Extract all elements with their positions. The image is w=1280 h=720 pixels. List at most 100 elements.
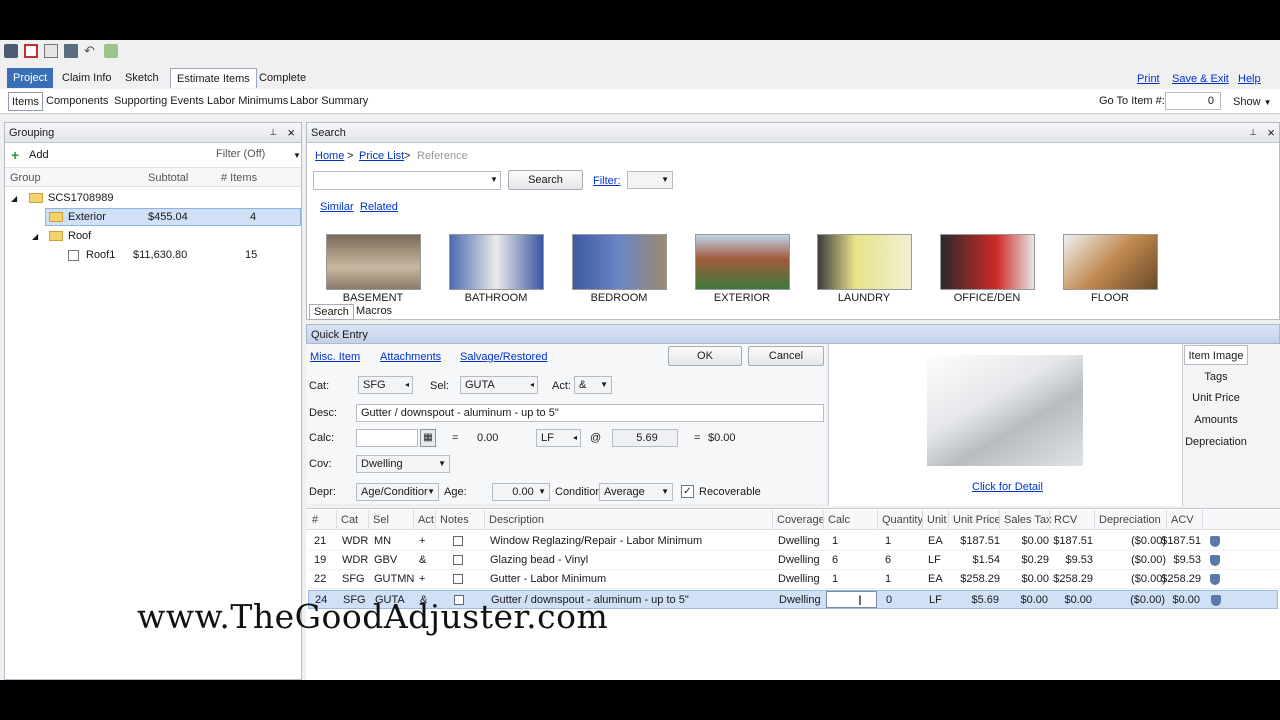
related-link[interactable]: Related (360, 201, 398, 213)
filter-select[interactable]: ▼ (627, 171, 673, 189)
desc-input[interactable]: Gutter / downspout - aluminum - up to 5" (356, 404, 824, 422)
thumb-floor[interactable] (1063, 234, 1158, 290)
notes-icon[interactable] (453, 555, 463, 565)
calc-edit-input[interactable] (826, 591, 877, 608)
filter-dropdown[interactable]: Filter (Off) (216, 148, 265, 160)
thumb-basement[interactable] (326, 234, 421, 290)
recoverable-checkbox[interactable]: ✓ (681, 485, 694, 498)
breadcrumb-price-list[interactable]: Price List (359, 150, 404, 162)
side-tab-tags[interactable]: Tags (1184, 367, 1248, 387)
col-calc[interactable]: Calc (823, 510, 850, 530)
side-tab-unit-price[interactable]: Unit Price (1184, 388, 1248, 408)
thumb-laundry[interactable] (817, 234, 912, 290)
notes-icon[interactable] (453, 574, 463, 584)
side-tab-amounts[interactable]: Amounts (1184, 410, 1248, 430)
pin-icon[interactable]: ⊥ (1249, 127, 1257, 138)
copy-icon[interactable] (44, 44, 58, 58)
side-tab-depreciation[interactable]: Depreciation (1184, 432, 1248, 452)
coverage-select[interactable]: Dwelling ▼ (356, 455, 450, 473)
subtab-supporting-events[interactable]: Supporting Events (111, 92, 207, 111)
notes-icon[interactable] (453, 536, 463, 546)
undo-icon[interactable]: ↶ (84, 44, 98, 58)
tab-macros[interactable]: Macros (352, 304, 396, 320)
thumb-bathroom[interactable] (449, 234, 544, 290)
sel-select[interactable]: GUTA ◂ (460, 376, 538, 394)
filter-link[interactable]: Filter: (593, 175, 621, 187)
table-row[interactable]: 19 WDR GBV & Glazing bead - Vinyl Dwelling 6 6 L… (308, 551, 1278, 570)
cell-calc[interactable]: 1 (832, 532, 838, 551)
tab-estimate-items[interactable]: Estimate Items (170, 68, 257, 88)
salvage-link[interactable]: Salvage/Restored (460, 351, 547, 363)
subtab-labor-summary[interactable]: Labor Summary (287, 92, 371, 111)
search-input[interactable] (313, 171, 501, 190)
similar-link[interactable]: Similar (320, 201, 354, 213)
breadcrumb-home[interactable]: Home (315, 150, 344, 162)
col-unit-price[interactable]: Unit Price (948, 510, 1001, 530)
calculator-icon[interactable]: ▦ (420, 429, 436, 447)
close-icon[interactable]: × (287, 125, 295, 140)
expand-icon[interactable]: ◢ (32, 232, 38, 241)
shield-icon[interactable] (1210, 536, 1220, 547)
condition-select[interactable]: Average ▼ (599, 483, 673, 501)
depr-select[interactable]: Age/Conditior ▼ (356, 483, 439, 501)
col-coverage[interactable]: Coverage (772, 510, 825, 530)
thumb-office-den[interactable] (940, 234, 1035, 290)
col-description[interactable]: Description (484, 510, 544, 530)
video-icon[interactable] (4, 44, 18, 58)
col-sales-tax[interactable]: Sales Tax (999, 510, 1052, 530)
side-tab-item-image[interactable]: Item Image (1184, 345, 1248, 365)
subtab-labor-minimums[interactable]: Labor Minimums (204, 92, 291, 111)
price-input[interactable]: 5.69 (612, 429, 678, 447)
gutter-image[interactable] (927, 355, 1083, 466)
tab-project[interactable]: Project (7, 68, 54, 88)
calc-input[interactable] (356, 429, 418, 447)
search-caret-icon[interactable]: ▼ (490, 175, 498, 184)
table-row[interactable]: 21 WDR MN + Window Reglazing/Repair - Labor … (308, 532, 1278, 551)
filter-caret-icon[interactable]: ▼ (293, 151, 301, 160)
cell-calc[interactable]: 6 (832, 551, 838, 570)
subtab-items[interactable]: Items (8, 92, 43, 111)
goto-item-input[interactable]: 0 (1165, 92, 1221, 110)
col-cat[interactable]: Cat (336, 510, 358, 530)
help-link[interactable]: Help (1238, 73, 1261, 85)
tree-item-root[interactable]: SCS1708989 (48, 192, 113, 204)
col-depreciation[interactable]: Depreciation (1094, 510, 1161, 530)
ok-button[interactable]: OK (668, 346, 742, 366)
col-rcv[interactable]: RCV (1049, 510, 1077, 530)
export-icon[interactable] (104, 44, 118, 58)
shield-icon[interactable] (1210, 555, 1220, 566)
tree-item-roof[interactable]: Roof (68, 230, 91, 242)
act-select[interactable]: & ▼ (574, 376, 612, 394)
pin-icon[interactable]: ⊥ (269, 127, 277, 138)
col-number[interactable]: # (308, 510, 318, 530)
tab-sketch[interactable]: Sketch (119, 68, 165, 88)
cat-select[interactable]: SFG ◂ (358, 376, 413, 394)
thumb-exterior[interactable] (695, 234, 790, 290)
tab-complete[interactable]: Complete (253, 68, 312, 88)
save-exit-link[interactable]: Save & Exit (1172, 73, 1229, 85)
col-act[interactable]: Act (413, 510, 434, 530)
search-button[interactable]: Search (508, 170, 583, 190)
col-acv[interactable]: ACV (1166, 510, 1194, 530)
click-detail-link[interactable]: Click for Detail (972, 481, 1043, 493)
tree-item-roof1[interactable]: Roof1 (86, 249, 115, 261)
add-group-button[interactable]: Add (29, 149, 49, 161)
thumb-bedroom[interactable] (572, 234, 667, 290)
shield-icon[interactable] (1210, 574, 1220, 585)
col-unit[interactable]: Unit (922, 510, 947, 530)
expand-icon[interactable]: ◢ (11, 194, 17, 203)
show-menu[interactable]: Show ▼ (1233, 96, 1272, 108)
tab-claim-info[interactable]: Claim Info (56, 68, 118, 88)
scrollbar[interactable] (1270, 263, 1278, 319)
breadcrumb-reference[interactable]: Reference (417, 150, 468, 162)
misc-item-link[interactable]: Misc. Item (310, 351, 360, 363)
col-quantity[interactable]: Quantity (877, 510, 923, 530)
tab-search[interactable]: Search (309, 304, 354, 320)
unit-select[interactable]: LF ◂ (536, 429, 581, 447)
col-sel[interactable]: Sel (368, 510, 389, 530)
attachments-link[interactable]: Attachments (380, 351, 441, 363)
close-icon[interactable]: × (1267, 125, 1275, 140)
save-icon[interactable] (64, 44, 78, 58)
shield-icon[interactable] (1211, 595, 1221, 606)
print-link[interactable]: Print (1137, 73, 1160, 85)
